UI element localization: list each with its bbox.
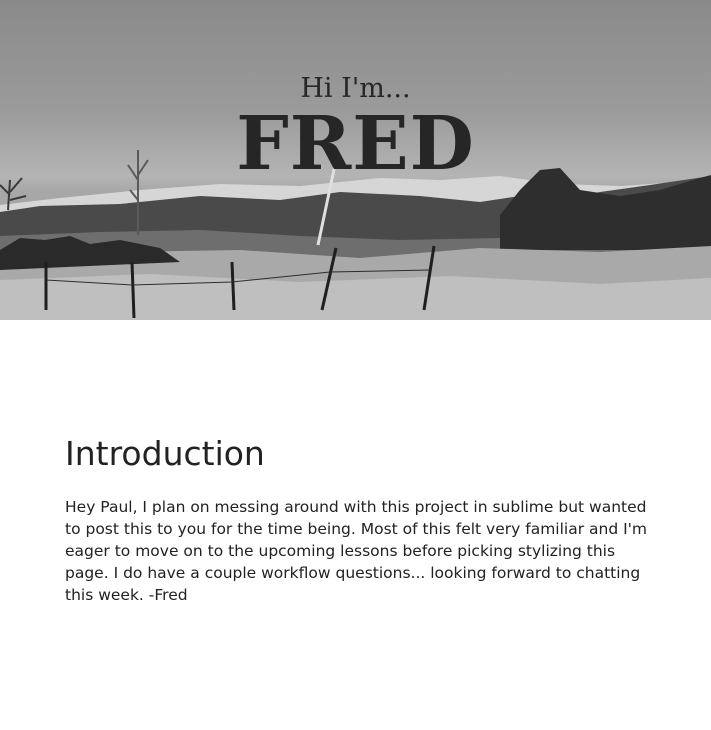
hero-heading: Hi I'm... FRED [0,72,711,182]
intro-title: Introduction [65,434,265,473]
name-title: FRED [236,101,475,187]
intro-section: Introduction Hey Paul, I plan on messing… [65,432,655,606]
intro-body: Hey Paul, I plan on messing around with … [65,498,648,604]
hero-banner: Hi I'm... FRED [0,0,711,320]
